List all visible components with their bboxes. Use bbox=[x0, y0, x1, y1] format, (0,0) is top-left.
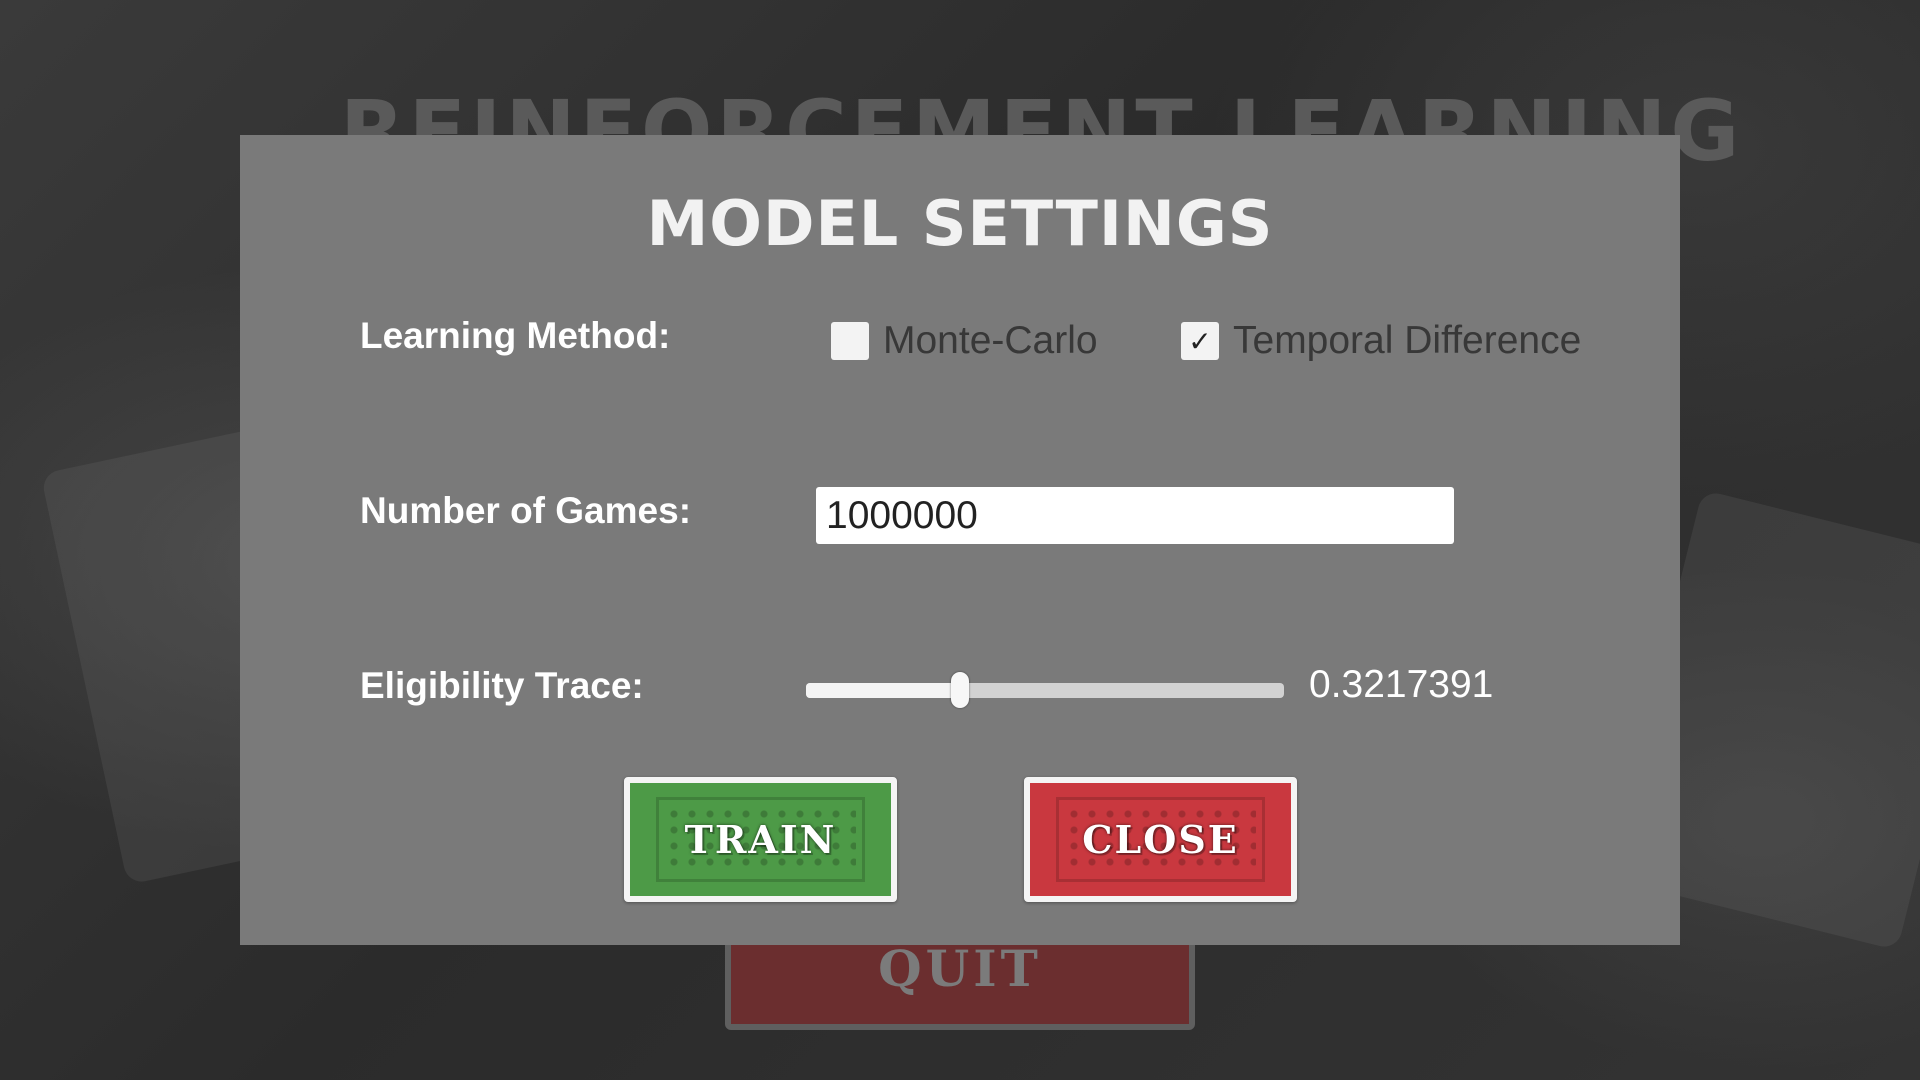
temporal-difference-checkbox[interactable]: ✓ bbox=[1181, 322, 1219, 360]
monte-carlo-label: Monte-Carlo bbox=[883, 319, 1098, 362]
number-of-games-label: Number of Games: bbox=[360, 490, 692, 531]
slider-handle[interactable] bbox=[951, 672, 969, 708]
close-button-label: CLOSE bbox=[1082, 817, 1239, 862]
quit-button-label: QUIT bbox=[878, 939, 1042, 998]
learning-method-label: Learning Method: bbox=[360, 315, 671, 356]
check-icon: ✓ bbox=[1188, 324, 1212, 358]
model-settings-dialog: MODEL SETTINGS Learning Method: Monte-Ca… bbox=[240, 135, 1680, 945]
train-button-label: TRAIN bbox=[684, 817, 837, 862]
monte-carlo-option[interactable]: Monte-Carlo bbox=[831, 317, 1098, 365]
slider-fill bbox=[806, 683, 960, 698]
temporal-difference-option[interactable]: ✓ Temporal Difference bbox=[1181, 317, 1581, 365]
eligibility-trace-value: 0.3217391 bbox=[1309, 663, 1494, 706]
dialog-title: MODEL SETTINGS bbox=[646, 187, 1274, 260]
game-screen: REINFORCEMENT LEARNING QUIT MODEL SETTIN… bbox=[0, 0, 1920, 1080]
close-button[interactable]: CLOSE bbox=[1024, 777, 1297, 902]
train-button[interactable]: TRAIN bbox=[624, 777, 897, 902]
monte-carlo-checkbox[interactable] bbox=[831, 322, 869, 360]
temporal-difference-label: Temporal Difference bbox=[1233, 319, 1582, 362]
eligibility-trace-slider[interactable] bbox=[806, 670, 1284, 710]
number-of-games-input[interactable] bbox=[816, 487, 1454, 544]
eligibility-trace-label: Eligibility Trace: bbox=[360, 665, 644, 706]
